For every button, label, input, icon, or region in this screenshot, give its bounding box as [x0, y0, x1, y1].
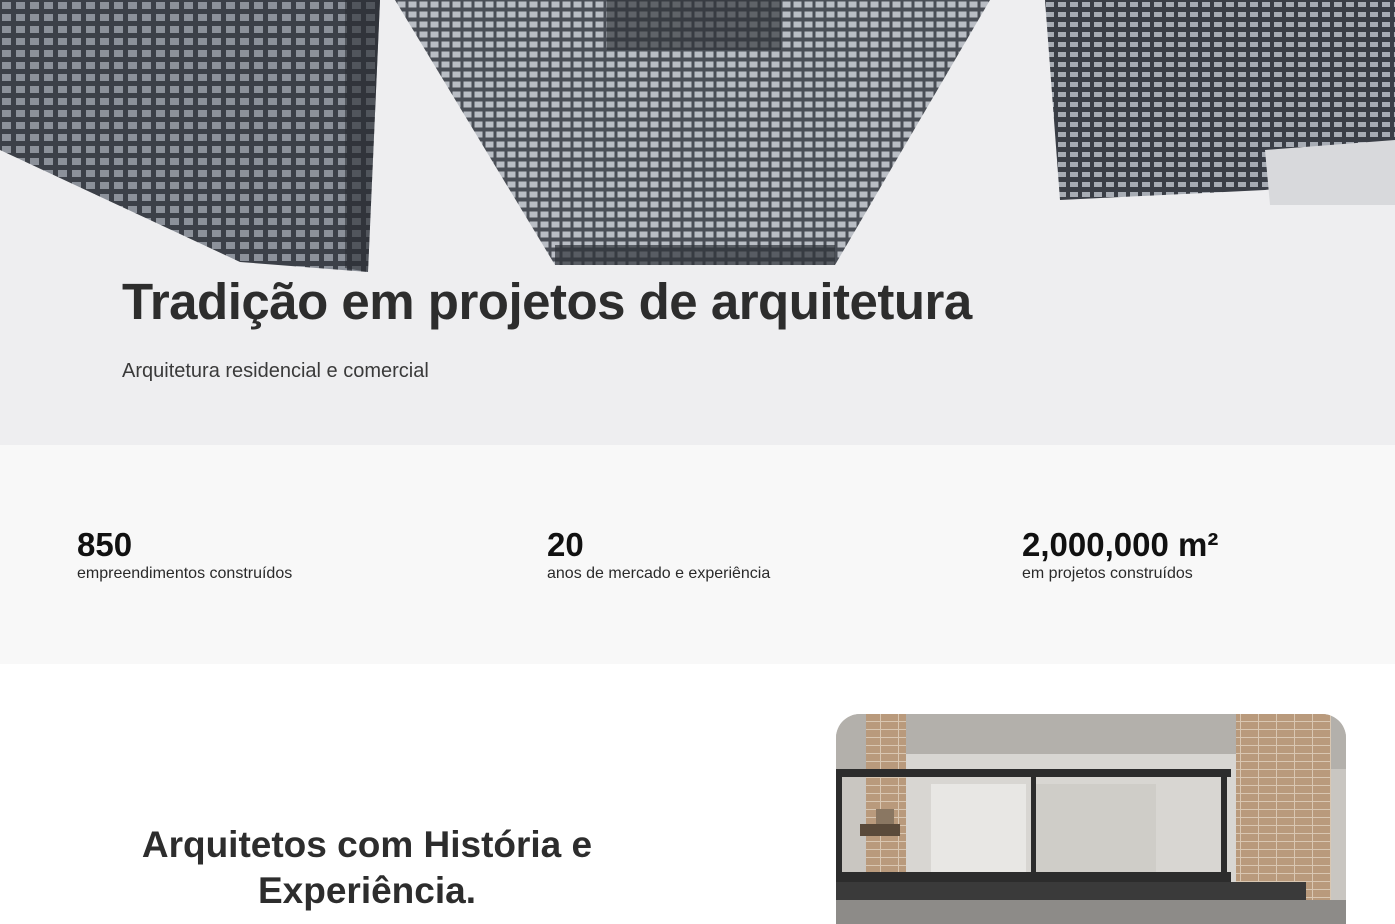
hero-subtitle: Arquitetura residencial e comercial — [122, 360, 429, 382]
stat-area: 2,000,000 m² em projetos construídos — [1022, 527, 1218, 583]
stats-section: 850 empreendimentos construídos 20 anos … — [0, 445, 1395, 664]
stat-value: 850 — [77, 526, 133, 563]
about-title: Arquitetos com História e Experiência. — [100, 822, 634, 914]
stat-years: 20 anos de mercado e experiência — [547, 527, 770, 583]
stat-projects: 850 empreendimentos construídos — [77, 527, 292, 583]
stat-label: em projetos construídos — [1022, 565, 1193, 582]
hero-title: Tradição em projetos de arquitetura — [122, 273, 972, 330]
stat-value: 2,000,000 m² — [1022, 526, 1219, 563]
hero-section: Tradição em projetos de arquitetura Arqu… — [0, 0, 1395, 445]
about-title-line1: Arquitetos com História e — [141, 824, 593, 865]
stat-label: anos de mercado e experiência — [547, 565, 771, 582]
interior-photo — [836, 714, 1346, 924]
stat-value: 20 — [547, 526, 584, 563]
about-title-line2: Experiência. — [257, 870, 476, 911]
stat-label: empreendimentos construídos — [77, 565, 293, 582]
